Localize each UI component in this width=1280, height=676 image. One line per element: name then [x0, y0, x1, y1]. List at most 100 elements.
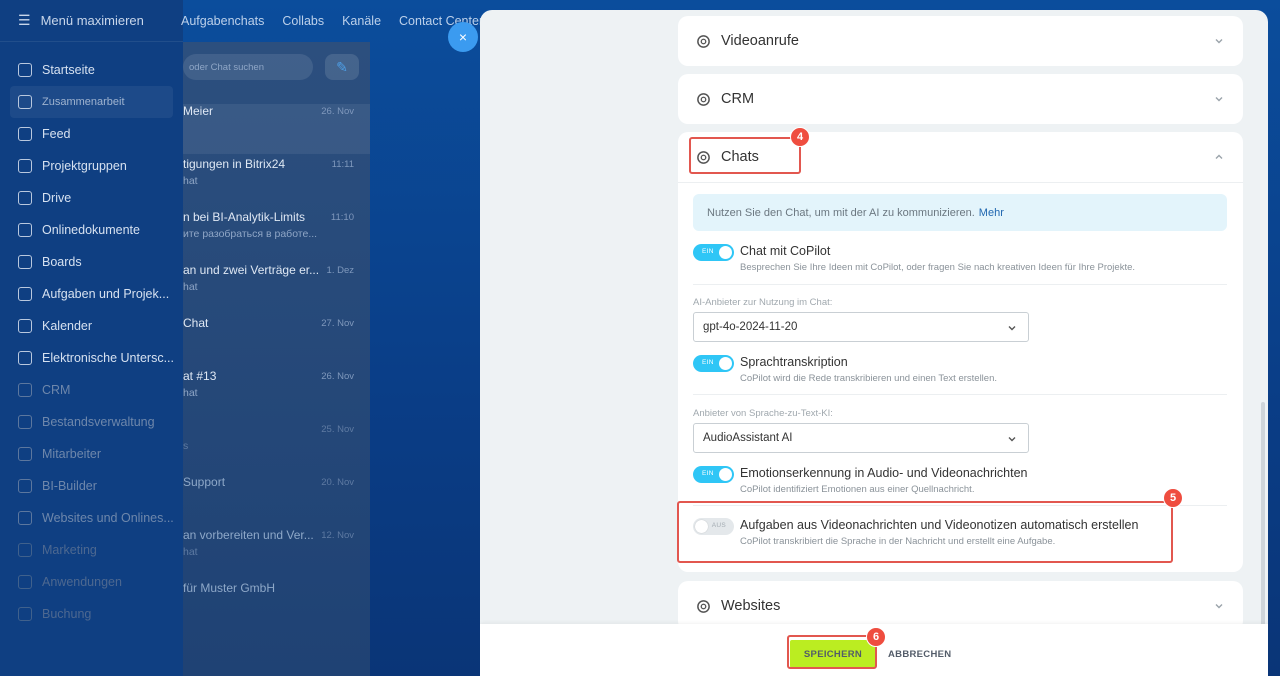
- sidebar-item[interactable]: Drive: [0, 182, 183, 214]
- sidebar-item-label: Buchung: [42, 607, 92, 621]
- chat-list-item[interactable]: Support 20. Nov: [183, 475, 370, 525]
- chat-sub: s: [183, 440, 189, 452]
- step-badge-4: 4: [790, 127, 810, 147]
- menu-item-icon: [18, 415, 32, 429]
- info-more-link[interactable]: Mehr: [979, 207, 1004, 219]
- chat-list-panel: oder Chat suchen ✎ Meier 26. Nov tigungen …: [183, 42, 370, 676]
- sidebar-item[interactable]: Aufgaben und Projek...: [0, 278, 183, 310]
- chat-date: 26. Nov: [321, 106, 354, 117]
- sidebar-item[interactable]: CRM: [0, 374, 183, 406]
- chevron-down-icon[interactable]: [1213, 93, 1225, 105]
- chat-title: at #13: [183, 369, 217, 383]
- provider-select[interactable]: gpt-4o-2024-11-20: [693, 312, 1029, 342]
- toggle-label: EIN: [702, 248, 714, 255]
- sidebar-item[interactable]: Onlinedokumente: [0, 214, 183, 246]
- chat-title: an vorbereiten und Ver...: [183, 528, 314, 542]
- chat-date: 25. Nov: [321, 424, 354, 435]
- chat-list-item[interactable]: Chat 27. Nov: [183, 316, 370, 366]
- sidebar-item[interactable]: Buchung: [0, 598, 183, 630]
- sidebar-item[interactable]: Boards: [0, 246, 183, 278]
- divider: [693, 394, 1227, 395]
- chat-list-item[interactable]: n bei BI-Analytik-Limits ите разобраться …: [183, 210, 370, 260]
- sidebar-item-label: Feed: [42, 127, 71, 141]
- chat-list-item[interactable]: Meier 26. Nov: [183, 104, 370, 154]
- sidebar-item[interactable]: Feed: [0, 118, 183, 150]
- chat-title: Meier: [183, 104, 214, 118]
- menu-item-icon: [18, 479, 32, 493]
- sidebar-item[interactable]: Anwendungen: [0, 566, 183, 598]
- provider-label: AI-Anbieter zur Nutzung im Chat:: [693, 297, 833, 308]
- info-box: Nutzen Sie den Chat, um mit der AI zu ko…: [693, 194, 1227, 231]
- sidebar-item-label: Anwendungen: [42, 575, 122, 589]
- step-badge-6: 6: [866, 627, 886, 647]
- sidebar-item[interactable]: Projektgruppen: [0, 150, 183, 182]
- provider-select-value: gpt-4o-2024-11-20: [703, 321, 798, 333]
- chevron-down-icon[interactable]: [1213, 35, 1225, 47]
- section-videoanrufe[interactable]: Videoanrufe: [678, 16, 1243, 66]
- compose-icon[interactable]: ✎: [325, 54, 359, 80]
- chat-list-item[interactable]: an und zwei Verträge er... hat 1. Dez: [183, 263, 370, 313]
- sidebar-item[interactable]: Marketing: [0, 534, 183, 566]
- toggle-emotion-detection[interactable]: EIN: [693, 466, 734, 483]
- cancel-button[interactable]: ABBRECHEN: [888, 640, 951, 668]
- scrollbar[interactable]: [1261, 402, 1265, 634]
- section-crm[interactable]: CRM: [678, 74, 1243, 124]
- sidebar-item-label: Websites und Onlines...: [42, 511, 174, 525]
- sidebar-item[interactable]: Kalender: [0, 310, 183, 342]
- chevron-down-icon: [1006, 433, 1018, 448]
- top-tab[interactable]: Kanäle: [342, 14, 381, 28]
- toggle-chat-copilot[interactable]: EIN: [693, 244, 734, 261]
- sidebar-item[interactable]: Zusammenarbeit: [10, 86, 173, 118]
- top-tab[interactable]: Collabs: [282, 14, 324, 28]
- close-slider-button[interactable]: ×: [448, 22, 478, 52]
- menu-item-icon: [18, 127, 32, 141]
- option-speech-transcription: EIN Sprachtranskription CoPilot wird die…: [693, 355, 1227, 385]
- sidebar-item[interactable]: Elektronische Untersc...: [0, 342, 183, 374]
- chat-list-item[interactable]: für Muster GmbH: [183, 581, 370, 631]
- chat-sub: hat: [183, 546, 198, 558]
- sidebar-item-label: Projektgruppen: [42, 159, 127, 173]
- option-description: CoPilot identifiziert Emotionen aus eine…: [740, 484, 975, 495]
- chat-sub: hat: [183, 387, 198, 399]
- sidebar-item[interactable]: Mitarbeiter: [0, 438, 183, 470]
- stt-label: Anbieter von Sprache-zu-Text-KI:: [693, 408, 833, 419]
- sidebar-item-label: Elektronische Untersc...: [42, 351, 174, 365]
- chat-date: 1. Dez: [326, 265, 354, 276]
- section-videoanrufe-header[interactable]: Videoanrufe: [678, 16, 1243, 66]
- sidebar-item-label: Bestandsverwaltung: [42, 415, 155, 429]
- stt-select[interactable]: AudioAssistant AI: [693, 423, 1029, 453]
- divider: [693, 284, 1227, 285]
- chat-date: 27. Nov: [321, 318, 354, 329]
- sidebar-item-label: BI-Builder: [42, 479, 97, 493]
- chat-list-item[interactable]: at #13 hat 26. Nov: [183, 369, 370, 419]
- chevron-down-icon[interactable]: [1213, 600, 1225, 612]
- toggle-speech-transcription[interactable]: EIN: [693, 355, 734, 372]
- sidebar-item-label: Kalender: [42, 319, 93, 333]
- chat-title: n bei BI-Analytik-Limits: [183, 210, 306, 224]
- option-description: Besprechen Sie Ihre Ideen mit CoPilot, o…: [740, 262, 1136, 273]
- chevron-up-icon[interactable]: [1213, 151, 1225, 163]
- sidebar-item[interactable]: BI-Builder: [0, 470, 183, 502]
- chat-sub: hat: [183, 281, 198, 293]
- menu-item-icon: [18, 319, 32, 333]
- section-crm-header[interactable]: CRM: [678, 74, 1243, 124]
- sidebar-item[interactable]: Startseite: [0, 54, 183, 86]
- menu-item-icon: [18, 63, 32, 77]
- chat-list-item[interactable]: s 25. Nov: [183, 422, 370, 472]
- top-tab[interactable]: Aufgabenchats: [181, 14, 264, 28]
- chat-list-item[interactable]: tigungen in Bitrix24 hat 11:11: [183, 157, 370, 207]
- menu-toggle[interactable]: ☰ Menü maximieren: [0, 0, 183, 42]
- sidebar-item-label: Aufgaben und Projek...: [42, 287, 170, 301]
- sidebar-item-label: Marketing: [42, 543, 97, 557]
- section-title: Websites: [721, 598, 781, 614]
- sidebar-item[interactable]: Websites und Onlines...: [0, 502, 183, 534]
- step-badge-5: 5: [1163, 488, 1183, 508]
- option-description: CoPilot wird die Rede transkribieren und…: [740, 373, 997, 384]
- sidebar-item-label: Boards: [42, 255, 82, 269]
- toggle-label: EIN: [702, 470, 714, 477]
- menu-item-icon: [18, 447, 32, 461]
- sidebar-item[interactable]: Bestandsverwaltung: [0, 406, 183, 438]
- chat-search-input[interactable]: oder Chat suchen: [183, 54, 313, 80]
- sidebar-item-label: Zusammenarbeit: [42, 96, 125, 108]
- chat-list-item[interactable]: an vorbereiten und Ver... hat 12. Nov: [183, 528, 370, 578]
